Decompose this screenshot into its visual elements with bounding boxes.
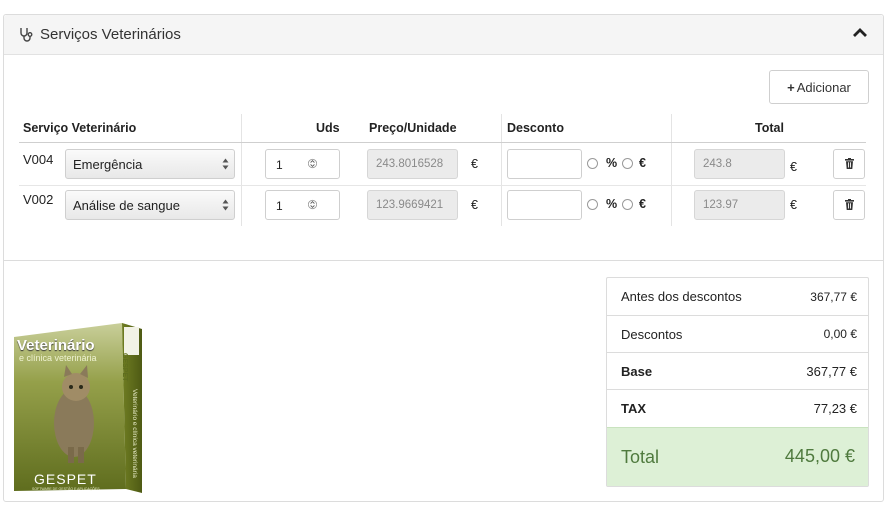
- summary-row: Antes dos descontos 367,77 €: [607, 278, 868, 316]
- header-total: Total: [755, 121, 784, 135]
- summary-row: TAX 77,23 €: [607, 390, 868, 427]
- service-code: V002: [23, 192, 54, 207]
- product-box-side-brand: GESPET: [121, 353, 128, 382]
- grand-total-value: 445,00 €: [784, 446, 855, 466]
- product-box-brand: GESPET: [34, 471, 97, 487]
- total-currency-label: €: [790, 198, 797, 212]
- before-discount-value: 367,77 €: [810, 290, 857, 304]
- total-currency-label: €: [790, 160, 797, 174]
- tax-label: TAX: [621, 401, 647, 416]
- trash-icon: [845, 199, 854, 210]
- discounts-label: Descontos: [621, 327, 683, 342]
- discount-percent-radio[interactable]: [587, 158, 598, 169]
- row-total-field: 123.97: [694, 190, 785, 220]
- discount-input[interactable]: [507, 149, 582, 179]
- select-arrows-icon: [222, 158, 229, 170]
- header-service: Serviço Veterinário: [23, 121, 137, 135]
- panel-header[interactable]: Serviços Veterinários: [4, 15, 883, 55]
- unit-price-field: 123.9669421: [367, 190, 458, 220]
- service-select[interactable]: Emergência: [65, 149, 235, 179]
- trash-icon: [845, 158, 854, 169]
- vet-services-panel: Serviços Veterinários + Adicionar Serviço…: [3, 14, 884, 502]
- quantity-stepper[interactable]: 1: [265, 149, 340, 179]
- summary-row: Base 367,77 €: [607, 353, 868, 390]
- panel-title: Serviços Veterinários: [40, 26, 181, 43]
- currency-label: €: [471, 198, 478, 212]
- product-box-subtitle: e clínica veterinária: [19, 353, 97, 363]
- base-value: 367,77 €: [806, 364, 857, 379]
- totals-summary: Antes dos descontos 367,77 € Descontos 0…: [606, 277, 869, 487]
- spinner-arrows-icon[interactable]: [308, 198, 317, 211]
- row-total-field: 243.8: [694, 149, 785, 179]
- grand-total-label: Total: [621, 447, 660, 467]
- percent-label: %: [606, 197, 618, 211]
- product-box-tagline: SOFTWARE DE GESTÃO E APLICAÇÕES: [32, 487, 100, 491]
- chevron-up-icon[interactable]: [852, 27, 868, 39]
- service-code: V004: [23, 152, 54, 167]
- header-units: Uds: [316, 121, 340, 135]
- header-discount: Desconto: [507, 121, 564, 135]
- delete-row-button[interactable]: [833, 149, 865, 179]
- column-divider: [501, 114, 502, 226]
- delete-row-button[interactable]: [833, 190, 865, 220]
- select-arrows-icon: [222, 199, 229, 211]
- discount-percent-radio[interactable]: [587, 199, 598, 210]
- section-divider: [4, 260, 883, 261]
- discount-input[interactable]: [507, 190, 582, 220]
- product-box-spine: Veterinário e clínica veterinária: [131, 389, 138, 478]
- header-unit-price: Preço/Unidade: [369, 121, 457, 135]
- percent-label: %: [606, 156, 618, 170]
- header-divider: [19, 142, 866, 143]
- euro-option-label: €: [639, 197, 646, 211]
- stethoscope-icon: [20, 28, 33, 42]
- quantity-stepper[interactable]: 1: [265, 190, 340, 220]
- discount-euro-radio[interactable]: [622, 158, 633, 169]
- spinner-arrows-icon[interactable]: [308, 157, 317, 170]
- currency-label: €: [471, 157, 478, 171]
- grand-total-row: Total 445,00 €: [607, 427, 868, 486]
- discounts-value: 0,00 €: [823, 327, 857, 341]
- summary-row: Descontos 0,00 €: [607, 316, 868, 353]
- plus-icon: +: [787, 79, 795, 95]
- euro-option-label: €: [639, 156, 646, 170]
- tax-value: 77,23 €: [813, 401, 857, 416]
- discount-euro-radio[interactable]: [622, 199, 633, 210]
- row-divider: [19, 185, 866, 186]
- product-box-title: Veterinário: [17, 337, 95, 354]
- add-service-button[interactable]: + Adicionar: [769, 70, 869, 104]
- unit-price-field: 243.8016528: [367, 149, 458, 179]
- column-divider: [241, 114, 242, 226]
- column-divider: [671, 114, 672, 226]
- service-select[interactable]: Análise de sangue: [65, 190, 235, 220]
- before-discount-label: Antes dos descontos: [621, 289, 742, 304]
- base-label: Base: [621, 364, 653, 379]
